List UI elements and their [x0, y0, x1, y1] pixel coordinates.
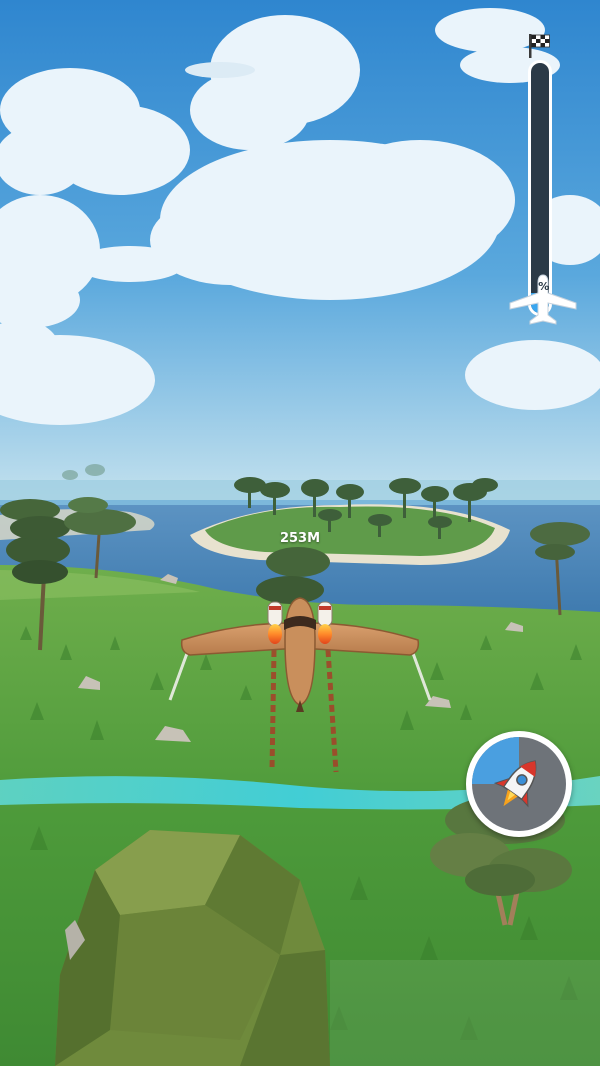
distance-readout: 253M — [279, 531, 321, 546]
boost-cooldown-dial — [472, 737, 566, 831]
progress-percent-label: 8% — [530, 280, 550, 293]
rocket-icon — [493, 760, 537, 808]
game-viewport[interactable]: 253M 8% — [0, 0, 600, 1066]
level-progress-bar: 8% — [508, 30, 578, 330]
rocket-boost-button[interactable] — [466, 731, 572, 837]
checkered-flag-icon — [529, 34, 550, 58]
